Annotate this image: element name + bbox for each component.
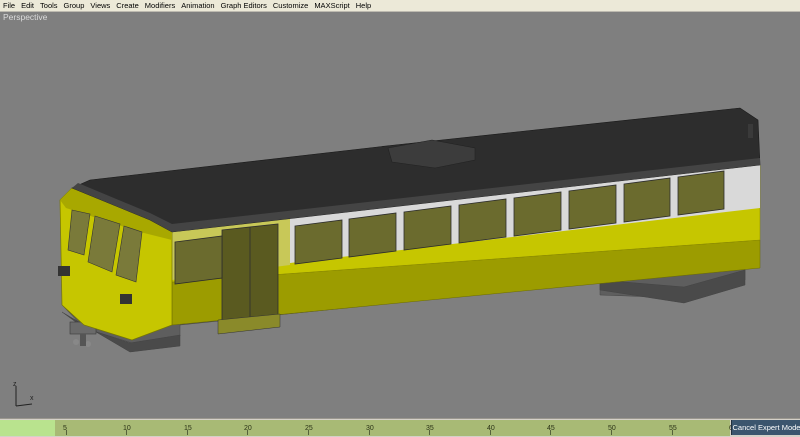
menu-views[interactable]: Views [87,1,113,10]
menu-graph-editors[interactable]: Graph Editors [218,1,270,10]
menu-tools[interactable]: Tools [37,1,61,10]
timeline-tick-label: 15 [184,425,192,432]
timeline-tick-label: 30 [366,425,374,432]
svg-text:x: x [30,395,34,402]
time-slider-handle[interactable] [0,420,55,436]
timeline-tick-label: 40 [487,425,495,432]
timeline-tick-label: 25 [305,425,313,432]
time-slider-track[interactable] [0,420,730,436]
menu-group[interactable]: Group [61,1,88,10]
menu-edit[interactable]: Edit [18,1,37,10]
headlight-left [58,266,70,276]
timeline-tick-label: 20 [244,425,252,432]
end-mirror [748,124,753,138]
menu-customize[interactable]: Customize [270,1,311,10]
timeline-tick-label: 45 [547,425,555,432]
svg-text:z: z [13,381,17,388]
menu-modifiers[interactable]: Modifiers [142,1,178,10]
menu-bar: File Edit Tools Group Views Create Modifiers An… [0,0,800,12]
menu-maxscript[interactable]: MAXScript [311,1,352,10]
menu-animation[interactable]: Animation [178,1,217,10]
perspective-viewport[interactable]: Perspective z x [0,12,800,418]
timeline-tick-label: 10 [123,425,131,432]
timeline-tick-label: 55 [669,425,677,432]
timeline-tick-label: 35 [426,425,434,432]
menu-create[interactable]: Create [113,1,142,10]
menu-file[interactable]: File [0,1,18,10]
cancel-expert-mode-button[interactable]: Cancel Expert Mode [731,420,800,435]
timeline[interactable]: 51015202530354045505560 Cancel Expert Mo… [0,418,800,437]
timeline-tick-label: 5 [63,425,67,432]
axis-gizmo-icon: z x [13,381,34,407]
headlight-right [120,294,132,304]
menu-help[interactable]: Help [353,1,374,10]
timeline-tick-label: 50 [608,425,616,432]
train-model[interactable] [0,12,800,418]
